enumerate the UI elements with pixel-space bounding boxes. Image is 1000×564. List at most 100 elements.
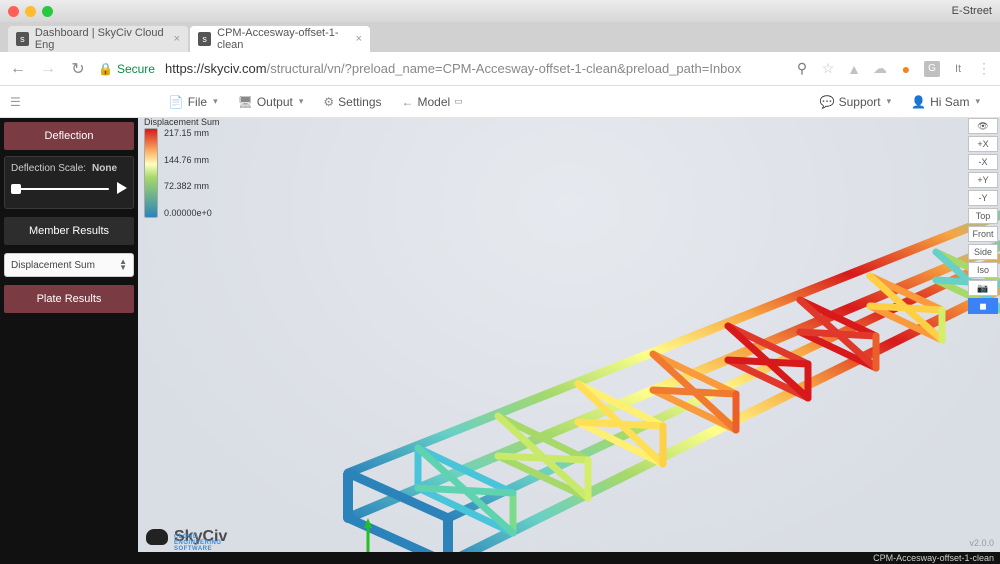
- chevron-down-icon: ▾: [887, 96, 892, 107]
- model-menu[interactable]: ←Model▭: [392, 95, 473, 109]
- legend-tick: 217.15 mm: [164, 128, 212, 138]
- main-area: Deflection Deflection Scale: None Member…: [0, 118, 1000, 552]
- member-results-button[interactable]: Member Results: [4, 217, 134, 245]
- scale-slider[interactable]: [11, 180, 127, 198]
- camera-icon: 📷: [977, 283, 988, 294]
- results-sidebar: Deflection Deflection Scale: None Member…: [0, 118, 138, 552]
- scale-label-row: Deflection Scale: None: [11, 163, 127, 174]
- favicon-icon: s: [16, 32, 29, 46]
- version-label: v2.0.0: [969, 538, 994, 548]
- truss-render: [298, 168, 1000, 552]
- view-side[interactable]: Side: [968, 244, 998, 260]
- browser-tab-dashboard[interactable]: s Dashboard | SkyCiv Cloud Eng ×: [8, 26, 188, 52]
- axis-gizmo: [348, 518, 428, 552]
- chevron-down-icon: ▾: [213, 96, 218, 107]
- view-minus-x[interactable]: -X: [968, 154, 998, 170]
- reload-button[interactable]: ↻: [68, 59, 88, 79]
- model-label: Model: [418, 95, 451, 109]
- footer-filename: CPM-Accesway-offset-1-clean: [873, 553, 994, 563]
- viewport-canvas[interactable]: Displacement Sum 217.15 mm 144.76 mm 72.…: [138, 118, 1000, 552]
- select-value: Displacement Sum: [11, 260, 95, 271]
- user-icon: 👤: [911, 95, 926, 109]
- model-icon: ▭: [454, 96, 463, 107]
- profile-label[interactable]: It: [950, 63, 966, 75]
- menu-icon[interactable]: ⋮: [976, 60, 992, 77]
- close-icon[interactable]: ×: [356, 33, 362, 45]
- logo-tagline: CLOUD ENGINEERING SOFTWARE: [174, 534, 227, 552]
- scale-value: None: [92, 163, 117, 174]
- user-label: Hi Sam: [930, 95, 969, 109]
- plate-results-button[interactable]: Plate Results: [4, 285, 134, 313]
- user-menu[interactable]: 👤 Hi Sam ▾: [901, 95, 990, 109]
- address-right-icons: ⚲ ☆ ▲ ☁ ● G It ⋮: [794, 60, 992, 77]
- tab-title: CPM-Accesway-offset-1-clean: [217, 27, 355, 51]
- browser-address-bar: ← → ↻ 🔒 Secure https://skyciv.com/struct…: [0, 52, 1000, 86]
- file-icon: 📄: [169, 95, 184, 109]
- cloud-icon: [146, 529, 168, 545]
- browser-tabs-strip: s Dashboard | SkyCiv Cloud Eng × s CPM-A…: [0, 22, 1000, 52]
- cube-icon: ◼: [979, 301, 986, 312]
- skyciv-logo: SkyCiv CLOUD ENGINEERING SOFTWARE: [146, 528, 227, 546]
- zoom-window-icon[interactable]: [42, 6, 53, 17]
- file-menu[interactable]: 📄File▾: [159, 95, 228, 109]
- grammarly-icon[interactable]: G: [924, 61, 940, 77]
- deflection-scale-box: Deflection Scale: None: [4, 156, 134, 209]
- settings-label: Settings: [338, 95, 381, 109]
- scale-label: Deflection Scale:: [11, 163, 86, 174]
- color-legend: 217.15 mm 144.76 mm 72.382 mm 0.00000e+0: [144, 128, 212, 218]
- postman-icon[interactable]: ●: [898, 61, 914, 77]
- view-iso[interactable]: Iso: [968, 262, 998, 278]
- chat-icon: 💬: [820, 95, 835, 109]
- visibility-button[interactable]: 👁: [968, 118, 998, 134]
- forward-button[interactable]: →: [38, 60, 58, 78]
- settings-menu[interactable]: ⚙ Settings: [313, 95, 391, 109]
- view-buttons-column: 👁 +X -X +Y -Y Top Front Side Iso 📷 ◼: [968, 118, 1000, 314]
- macos-titlebar: E-Street: [0, 0, 1000, 22]
- app-toolbar: ☰ 📄File▾ 🖥Output▾ ⚙ Settings ←Model▭ 💬 Sup…: [0, 86, 1000, 118]
- play-icon[interactable]: [117, 182, 127, 194]
- output-menu[interactable]: 🖥Output▾: [228, 95, 314, 109]
- monitor-icon: 🖥: [238, 95, 253, 109]
- legend-tick: 72.382 mm: [164, 181, 212, 191]
- legend-title: Displacement Sum: [144, 118, 220, 127]
- slider-thumb[interactable]: [11, 184, 21, 194]
- deflection-button[interactable]: Deflection: [4, 122, 134, 150]
- browser-tab-active[interactable]: s CPM-Accesway-offset-1-clean ×: [190, 26, 370, 52]
- favicon-icon: s: [198, 32, 211, 46]
- select-arrows-icon: ▲▼: [119, 259, 127, 271]
- support-label: Support: [839, 95, 881, 109]
- status-footer: CPM-Accesway-offset-1-clean: [0, 552, 1000, 564]
- chevron-down-icon: ▾: [975, 96, 980, 107]
- view-plus-x[interactable]: +X: [968, 136, 998, 152]
- eye-icon: 👁: [977, 121, 988, 132]
- minimize-window-icon[interactable]: [25, 6, 36, 17]
- search-in-page-icon[interactable]: ⚲: [794, 60, 810, 77]
- hamburger-icon[interactable]: ☰: [10, 95, 21, 109]
- tab-title: Dashboard | SkyCiv Cloud Eng: [35, 27, 174, 51]
- gear-icon: ⚙: [323, 95, 334, 109]
- url-field[interactable]: https://skyciv.com/structural/vn/?preloa…: [165, 61, 741, 76]
- render-mode-button[interactable]: ◼: [968, 298, 998, 314]
- secure-label: Secure: [117, 62, 155, 76]
- view-minus-y[interactable]: -Y: [968, 190, 998, 206]
- result-type-select[interactable]: Displacement Sum ▲▼: [4, 253, 134, 277]
- url-path: /structural/vn/?preload_name=CPM-Acceswa…: [267, 61, 742, 76]
- traffic-lights: [8, 6, 53, 17]
- view-plus-y[interactable]: +Y: [968, 172, 998, 188]
- legend-ticks: 217.15 mm 144.76 mm 72.382 mm 0.00000e+0: [164, 128, 212, 218]
- legend-tick: 0.00000e+0: [164, 208, 212, 218]
- extension-icon[interactable]: ▲: [846, 61, 862, 77]
- back-button[interactable]: ←: [8, 60, 28, 78]
- view-front[interactable]: Front: [968, 226, 998, 242]
- slider-track-line: [13, 188, 109, 190]
- close-window-icon[interactable]: [8, 6, 19, 17]
- star-icon[interactable]: ☆: [820, 60, 836, 77]
- support-menu[interactable]: 💬 Support ▾: [810, 95, 902, 109]
- screenshot-button[interactable]: 📷: [968, 280, 998, 296]
- window-profile-label: E-Street: [952, 5, 992, 17]
- cloud-icon[interactable]: ☁: [872, 60, 888, 77]
- legend-tick: 144.76 mm: [164, 155, 212, 165]
- close-icon[interactable]: ×: [174, 33, 180, 45]
- view-top[interactable]: Top: [968, 208, 998, 224]
- chevron-down-icon: ▾: [299, 96, 304, 107]
